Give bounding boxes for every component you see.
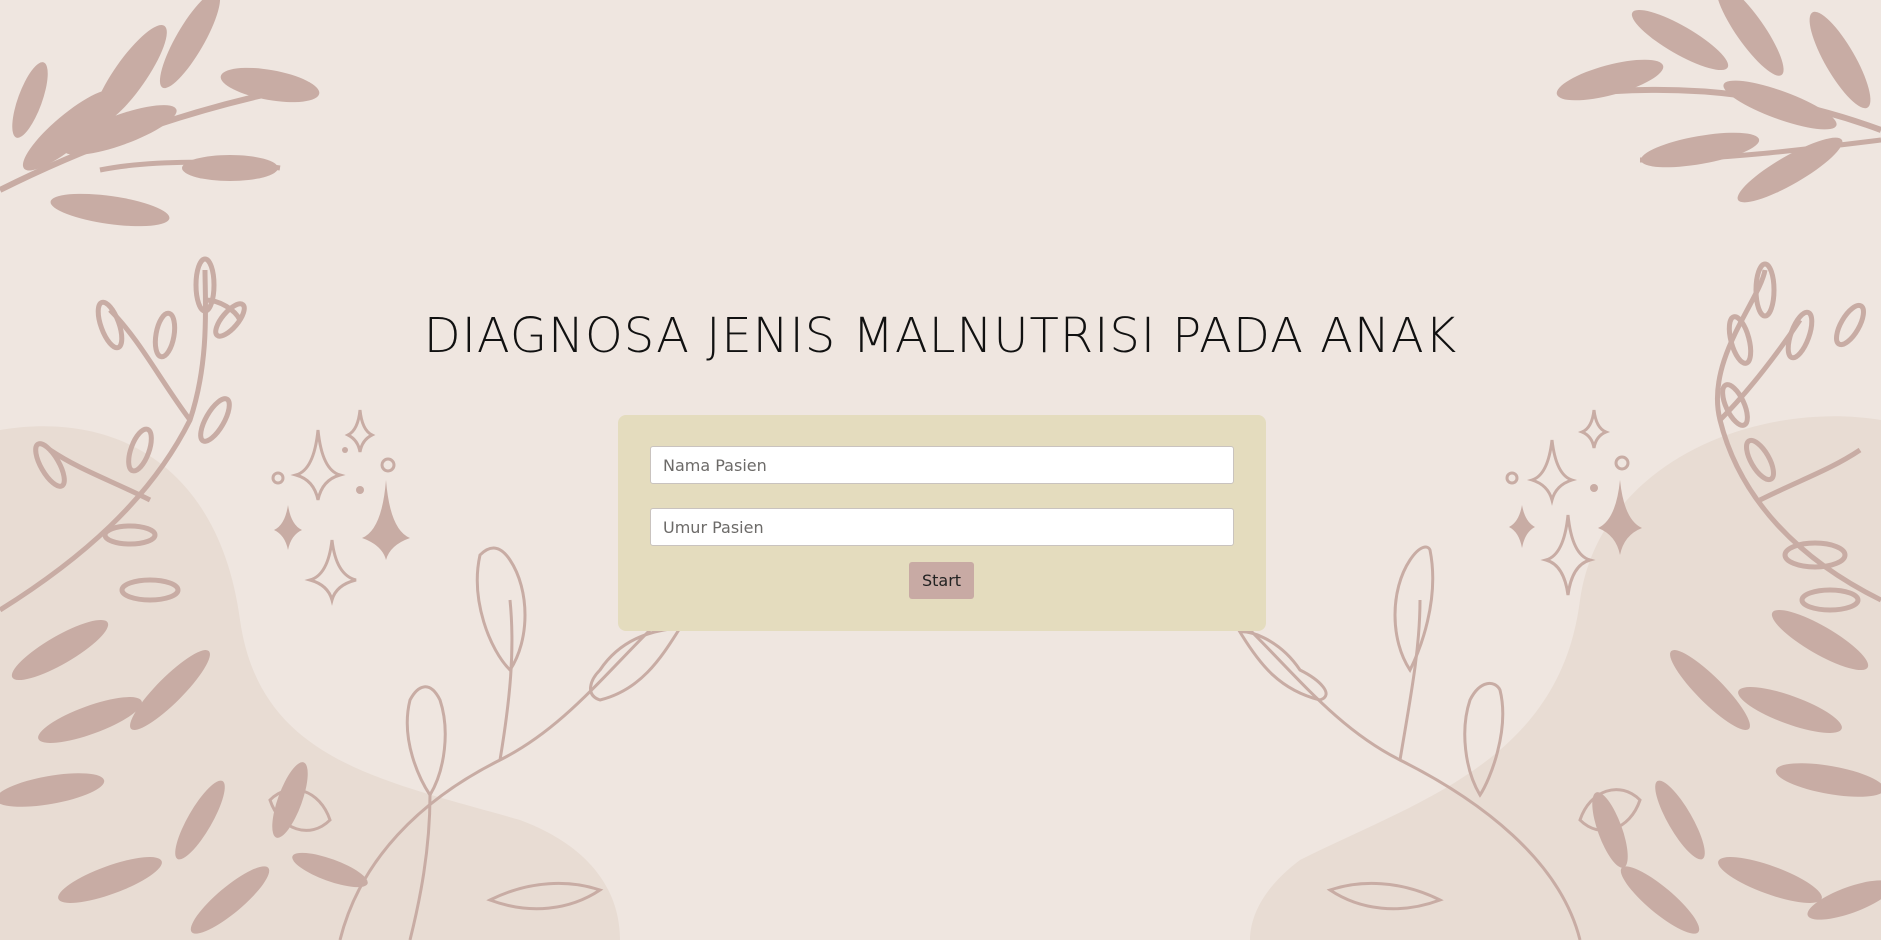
page-title: DIAGNOSA JENIS MALNUTRISI PADA ANAK <box>423 308 1458 364</box>
leaf-branch-top-right <box>1556 0 1881 203</box>
start-button[interactable]: Start <box>909 562 974 599</box>
bg-blob-right <box>1250 416 1881 940</box>
patient-name-input[interactable] <box>650 446 1234 484</box>
leaf-branch-top-left <box>0 0 320 227</box>
sparkles-left-filled <box>274 447 410 560</box>
sparkles-left <box>271 409 396 606</box>
patient-age-input[interactable] <box>650 508 1234 546</box>
patient-form-card: Start <box>618 415 1266 631</box>
